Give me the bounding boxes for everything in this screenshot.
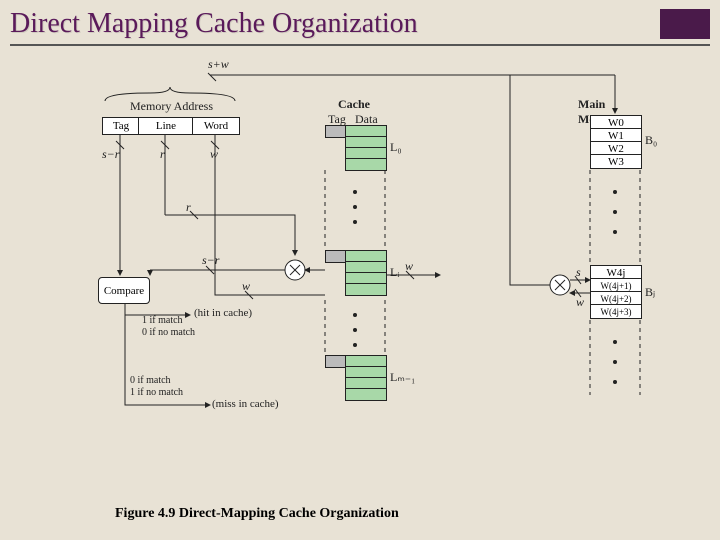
page-title: Direct Mapping Cache Organization — [10, 8, 418, 40]
signal-w1: w — [210, 147, 218, 162]
compare-box: Compare — [98, 277, 150, 304]
figure-caption: Figure 4.9 Direct-Mapping Cache Organiza… — [115, 506, 399, 522]
dot — [353, 220, 357, 224]
field-word: Word — [192, 117, 240, 135]
cache-data-id — [345, 283, 387, 296]
dot — [353, 205, 357, 209]
dot — [613, 190, 617, 194]
dot — [613, 210, 617, 214]
cache-label-L0: L₀ — [390, 140, 402, 155]
cache-label-Li: Lᵢ — [390, 265, 399, 280]
cache-tag-i — [325, 250, 347, 263]
mem-w4j3: W(4j+3) — [590, 304, 642, 319]
cache-tag-m1 — [325, 355, 347, 368]
dot — [613, 340, 617, 344]
miss-label: (miss in cache) — [212, 398, 279, 410]
cache-tag-0 — [325, 125, 347, 138]
signal-sw-top: s+w — [208, 57, 229, 72]
signal-w2: w — [242, 279, 250, 294]
mem-w3: W3 — [590, 154, 642, 169]
miss-1-label: 1 if no match — [130, 387, 183, 398]
cache-data-0d — [345, 158, 387, 171]
dot — [613, 380, 617, 384]
corner-accent — [660, 9, 710, 39]
match-1-label: 1 if match — [142, 315, 183, 326]
signal-w-mm: w — [576, 295, 584, 310]
signal-w3: w — [405, 259, 413, 274]
mem-label-Bj: Bⱼ — [645, 285, 655, 300]
memory-address-header: Memory Address — [130, 99, 213, 114]
signal-sr: s−r — [102, 147, 119, 162]
dot — [613, 230, 617, 234]
dot — [353, 190, 357, 194]
dot — [353, 328, 357, 332]
dot — [353, 343, 357, 347]
miss-0-label: 0 if match — [130, 375, 171, 386]
signal-r2: r — [186, 200, 191, 215]
cache-data-m1d — [345, 388, 387, 401]
match-0-label: 0 if no match — [142, 327, 195, 338]
mem-label-B0: B₀ — [645, 133, 657, 148]
dot — [353, 313, 357, 317]
hit-label: (hit in cache) — [194, 307, 252, 319]
signal-s-mm: s — [576, 265, 581, 280]
field-tag: Tag — [102, 117, 140, 135]
field-line: Line — [138, 117, 194, 135]
cache-header: Cache — [338, 97, 370, 112]
diagram-area: s+w Memory Address Tag Line Word s−r r w… — [90, 55, 650, 485]
signal-r: r — [160, 147, 165, 162]
dot — [613, 360, 617, 364]
signal-sr2: s−r — [202, 253, 219, 268]
cache-label-Lm1: Lₘ₋₁ — [390, 370, 415, 385]
